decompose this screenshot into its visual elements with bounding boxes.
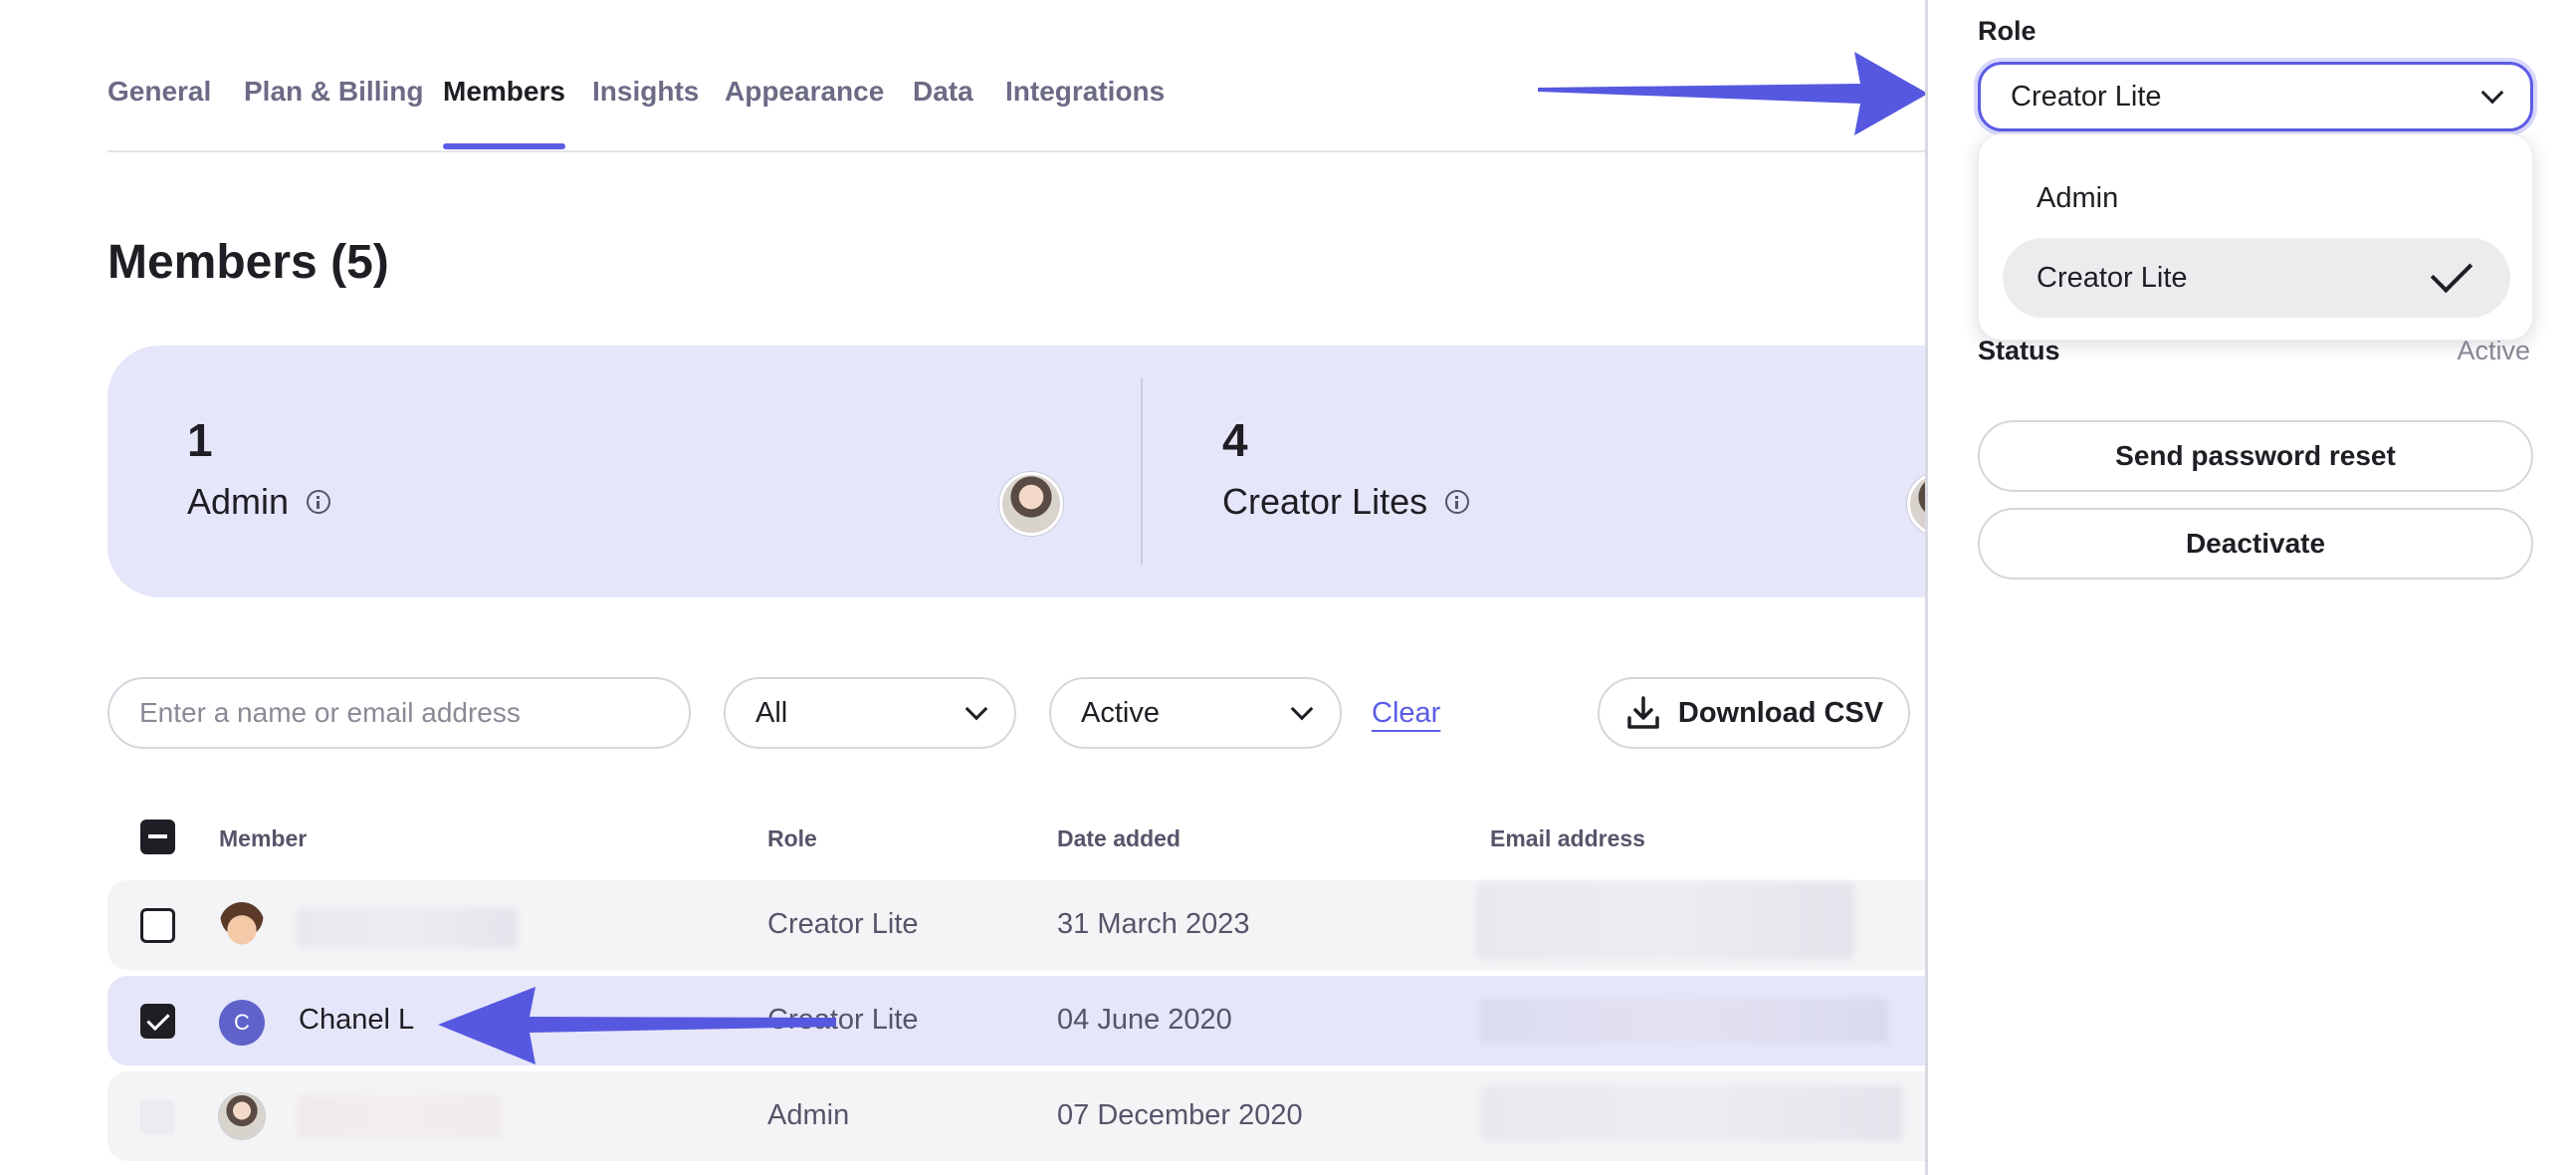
send-password-reset-button[interactable]: Send password reset <box>1978 420 2533 492</box>
select-all-checkbox[interactable] <box>140 820 175 854</box>
download-icon <box>1627 696 1659 729</box>
tab-members[interactable]: Members <box>443 76 565 149</box>
tab-integrations[interactable]: Integrations <box>1005 76 1165 108</box>
row-role: Creator Lite <box>767 1004 919 1036</box>
redacted-email <box>1479 998 1889 1044</box>
row-checkbox[interactable] <box>140 1004 175 1039</box>
avatar <box>999 472 1063 536</box>
admin-label: Admin <box>187 481 290 522</box>
column-header-role[interactable]: Role <box>767 825 817 852</box>
redacted-name <box>297 908 518 948</box>
role-filter-value: All <box>755 696 788 729</box>
table-row[interactable]: C Chanel L Creator Lite 04 June 2020 <box>107 976 1925 1065</box>
avatar: C <box>219 1000 265 1046</box>
clear-filters-link[interactable]: Clear <box>1372 697 1440 730</box>
chevron-down-icon <box>1290 697 1314 721</box>
tab-data[interactable]: Data <box>913 76 973 108</box>
avatar <box>1907 472 1925 536</box>
status-filter-value: Active <box>1081 696 1160 729</box>
role-select[interactable]: Creator Lite <box>1978 62 2533 131</box>
creator-summary-label: Creator Lites <box>1222 481 1470 523</box>
page-title: Members (5) <box>107 236 389 289</box>
check-icon <box>2430 250 2473 294</box>
tab-plan-billing[interactable]: Plan & Billing <box>244 76 423 108</box>
tab-general[interactable]: General <box>107 76 211 108</box>
row-date-added: 04 June 2020 <box>1057 1004 1232 1036</box>
settings-tabs: General Plan & Billing Members Insights … <box>107 0 1925 152</box>
role-dropdown-menu: Admin Creator Lite <box>1978 133 2533 341</box>
info-icon[interactable] <box>1445 490 1470 514</box>
search-input[interactable] <box>107 677 691 749</box>
row-role: Admin <box>767 1099 850 1131</box>
role-option-creator-lite[interactable]: Creator Lite <box>2003 238 2510 318</box>
role-option-admin[interactable]: Admin <box>2003 158 2510 238</box>
divider <box>1141 377 1143 565</box>
member-detail-panel: Role Creator Lite Status Active Admin Cr… <box>1925 0 2576 1175</box>
column-header-email[interactable]: Email address <box>1490 825 1645 852</box>
avatar <box>219 1093 265 1139</box>
admin-summary-label: Admin <box>187 481 331 523</box>
admin-count: 1 <box>187 414 213 466</box>
redacted-name <box>297 1095 502 1139</box>
member-name: Chanel L <box>299 1004 415 1036</box>
deactivate-button[interactable]: Deactivate <box>1978 508 2533 580</box>
member-summary-card: 1 Admin 4 Creator Lites <box>107 346 1925 597</box>
column-header-date[interactable]: Date added <box>1057 825 1181 852</box>
main-content: General Plan & Billing Members Insights … <box>0 0 1925 1175</box>
chevron-down-icon <box>2480 81 2504 105</box>
row-date-added: 31 March 2023 <box>1057 908 1250 940</box>
row-role: Creator Lite <box>767 908 919 940</box>
role-option-label: Admin <box>2037 181 2119 214</box>
table-row[interactable]: Admin 07 December 2020 <box>107 1071 1925 1161</box>
row-checkbox[interactable] <box>140 1099 175 1134</box>
chevron-down-icon <box>965 697 988 721</box>
row-checkbox[interactable] <box>140 908 175 943</box>
avatar <box>219 902 265 950</box>
role-option-label: Creator Lite <box>2037 261 2188 294</box>
tab-insights[interactable]: Insights <box>592 76 699 108</box>
redacted-email <box>1481 1085 1903 1141</box>
role-label: Role <box>1978 16 2037 46</box>
role-select-value: Creator Lite <box>2011 80 2162 113</box>
creator-count: 4 <box>1222 414 1248 466</box>
column-header-member[interactable]: Member <box>219 825 307 852</box>
role-filter-select[interactable]: All <box>724 677 1016 749</box>
redacted-email <box>1476 882 1854 960</box>
table-row[interactable]: Creator Lite 31 March 2023 <box>107 880 1925 970</box>
download-csv-button[interactable]: Download CSV <box>1598 677 1910 749</box>
download-csv-label: Download CSV <box>1677 696 1884 729</box>
tab-appearance[interactable]: Appearance <box>725 76 884 108</box>
row-date-added: 07 December 2020 <box>1057 1099 1303 1131</box>
info-icon[interactable] <box>307 490 331 514</box>
status-filter-select[interactable]: Active <box>1049 677 1342 749</box>
creator-label: Creator Lites <box>1222 481 1428 522</box>
